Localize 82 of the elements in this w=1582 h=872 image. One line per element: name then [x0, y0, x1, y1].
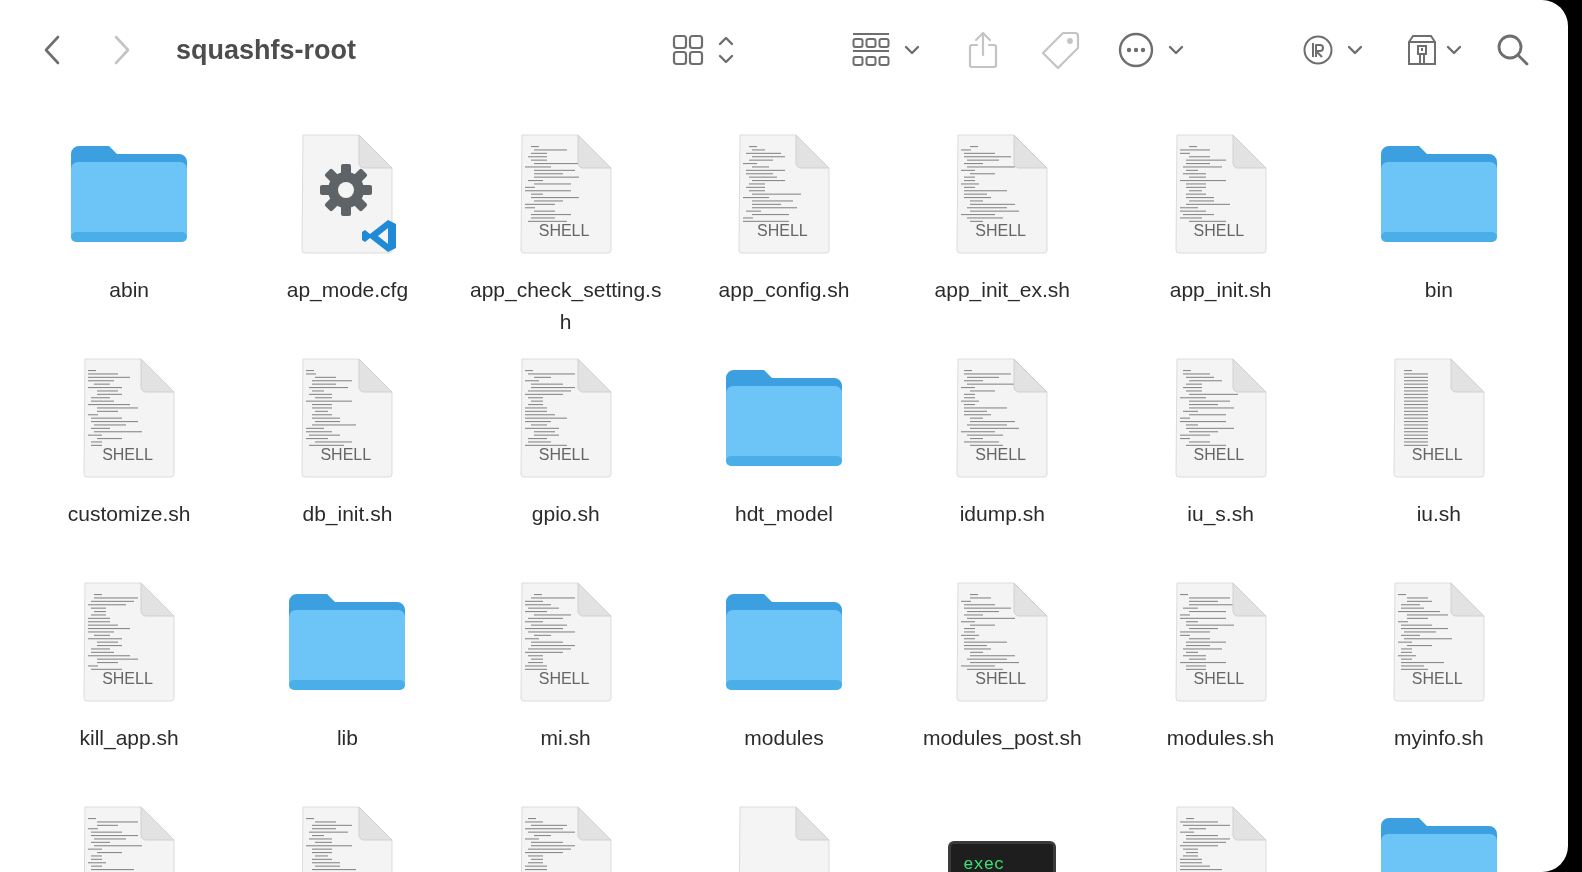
document-icon: [1173, 358, 1268, 478]
file-type-label: SHELL: [1193, 671, 1245, 687]
forward-icon: [114, 35, 130, 65]
back-icon: [44, 35, 60, 65]
chevron-down-icon: [1168, 45, 1184, 55]
more-button[interactable]: [1118, 32, 1184, 68]
document-icon: [82, 358, 177, 478]
document-icon: [300, 358, 395, 478]
document-icon: [737, 134, 831, 254]
file-type-label: SHELL: [538, 671, 590, 687]
folder-icon: [1378, 144, 1499, 244]
document-icon: [1173, 134, 1268, 254]
file-type-label: SHELL: [1193, 447, 1245, 463]
file-name[interactable]: app_init.sh: [1169, 274, 1272, 306]
file-type-label: SHELL: [538, 223, 590, 239]
document-icon: [518, 358, 613, 478]
file-type-label: SHELL: [975, 671, 1026, 687]
group-button[interactable]: [852, 32, 920, 68]
file-name[interactable]: iu_s.sh: [1187, 498, 1254, 530]
file-name[interactable]: hdt_model: [734, 498, 834, 530]
chevron-down-icon: [1446, 45, 1462, 55]
view-button[interactable]: [672, 34, 734, 66]
file-type-label: SHELL: [320, 447, 372, 463]
folder-icon: [69, 144, 190, 244]
share-icon: [967, 31, 999, 69]
more-icon: [1118, 32, 1154, 68]
document-icon: [1173, 582, 1268, 702]
file-type-label: SHELL: [1411, 447, 1463, 463]
folder-icon: [287, 592, 408, 692]
document-icon: [1391, 358, 1486, 478]
file-type-label: SHELL: [102, 671, 153, 687]
file-name[interactable]: bin: [1424, 274, 1453, 306]
extension-button[interactable]: [1303, 35, 1363, 65]
file-type-label: SHELL: [102, 447, 153, 463]
folder-icon: [724, 592, 844, 692]
file-name[interactable]: lib: [336, 722, 358, 754]
document-icon: [518, 134, 613, 254]
file-name[interactable]: idump.sh: [959, 498, 1045, 530]
file-name[interactable]: modules: [744, 722, 824, 754]
file-type-label: SHELL: [975, 223, 1026, 239]
chevron-down-icon: [904, 45, 920, 55]
document-icon: [955, 582, 1050, 702]
file-name[interactable]: db_init.sh: [302, 498, 393, 530]
tag-icon: [1041, 30, 1081, 70]
terminal-text: exec: [963, 854, 1005, 872]
document-icon: [82, 582, 177, 702]
extension-button[interactable]: [1408, 34, 1462, 66]
back-button[interactable]: [44, 35, 60, 65]
document-icon: [955, 358, 1050, 478]
up-down-icon: [718, 35, 734, 65]
document-icon: [955, 134, 1050, 254]
file-name[interactable]: modules.sh: [1166, 722, 1275, 754]
file-type-label: SHELL: [975, 447, 1026, 463]
file-name[interactable]: app_check_setting.sh: [465, 274, 666, 338]
folder-icon: [724, 368, 844, 468]
file-name[interactable]: ap_mode.cfg: [286, 274, 409, 306]
file-name[interactable]: modules_post.sh: [922, 722, 1082, 754]
chevron-down-icon: [1347, 45, 1363, 55]
file-name[interactable]: myinfo.sh: [1393, 722, 1484, 754]
search-icon: [1496, 33, 1530, 67]
group-icon: [852, 32, 890, 68]
file-name[interactable]: app_config.sh: [718, 274, 850, 306]
document-icon: [518, 582, 613, 702]
file-type-label: SHELL: [1411, 671, 1463, 687]
file-name[interactable]: iu.sh: [1416, 498, 1462, 530]
grid-view-icon: [672, 34, 704, 66]
file-name[interactable]: mi.sh: [540, 722, 591, 754]
file-name[interactable]: gpio.sh: [531, 498, 600, 530]
file-type-label: SHELL: [757, 223, 808, 239]
file-name[interactable]: app_init_ex.sh: [934, 274, 1070, 306]
circled-r-icon: [1303, 35, 1333, 65]
gear-icon: [318, 162, 375, 218]
window-title: squashfs-root: [176, 33, 356, 67]
code-editor-logo-icon: [362, 218, 399, 254]
box-icon: [1408, 34, 1436, 66]
file-name[interactable]: kill_app.sh: [79, 722, 179, 754]
file-type-label: SHELL: [1193, 223, 1245, 239]
document-icon: [1391, 582, 1486, 702]
search-button[interactable]: [1496, 33, 1530, 67]
file-name[interactable]: customize.sh: [67, 498, 191, 530]
file-type-label: SHELL: [538, 447, 590, 463]
file-name[interactable]: abin: [109, 274, 149, 306]
